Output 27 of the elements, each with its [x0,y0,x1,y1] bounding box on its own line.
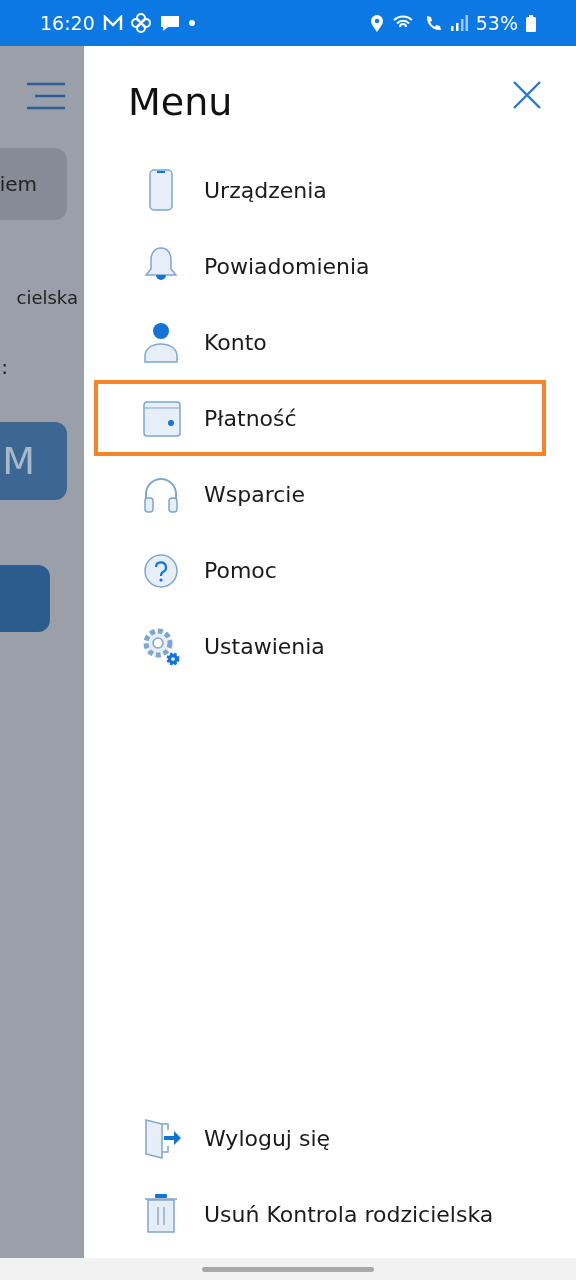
menu-item[interactable]: Powiadomienia [94,228,546,304]
option-button[interactable]: iem [0,148,67,220]
menu-item[interactable]: Usuń Kontrola rodzicielska [94,1176,546,1252]
chat-icon [158,14,181,32]
clock: 16:20 [40,10,95,36]
menu-item[interactable]: Wyloguj się [94,1100,546,1176]
mail-icon [102,15,123,31]
menu-item[interactable]: Urządzenia [94,152,546,228]
home-handle[interactable] [202,1266,374,1272]
battery-percent: 53% [475,10,518,36]
menu-item[interactable]: Ustawienia [94,608,546,684]
pinwheel-icon [130,13,151,33]
battery-icon [526,14,536,32]
menu-item[interactable]: Płatność [94,380,546,456]
action-button[interactable] [0,565,50,632]
label-text: cielska [16,286,78,310]
menu-icon[interactable] [27,82,65,110]
dot-icon [188,20,195,26]
menu-item[interactable]: Pomoc [94,532,546,608]
location-icon [369,14,384,32]
signal-icon [449,15,468,31]
menu-item[interactable]: Konto [94,304,546,380]
close-icon [512,80,542,110]
menu-item[interactable]: Wsparcie [94,456,546,532]
label-text: l: [0,354,8,381]
close-button[interactable] [512,80,542,110]
drawer-title: Menu [127,79,233,126]
